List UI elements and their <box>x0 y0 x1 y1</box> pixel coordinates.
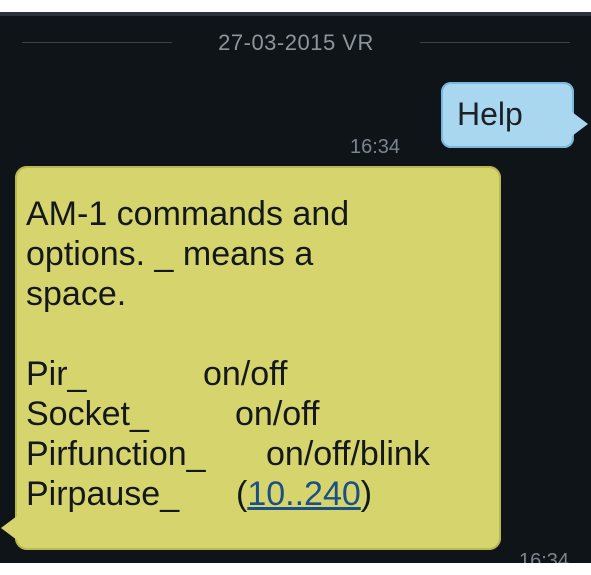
intro-line-2: options. _ means a <box>26 235 314 273</box>
command-name: Pir_ <box>26 355 87 393</box>
incoming-bubble-tail <box>1 516 17 540</box>
range-close-paren: ) <box>360 475 373 513</box>
command-options: on/off <box>235 395 320 433</box>
outgoing-message-time: 16:34 <box>350 136 401 158</box>
intro-line-1: AM-1 commands and <box>26 195 350 233</box>
command-row-pirpause: Pirpause_ (10..240) <box>26 474 496 514</box>
outgoing-bubble-tail <box>572 112 588 136</box>
outgoing-message-bubble[interactable]: Help <box>441 82 588 148</box>
date-label: 27-03-2015 VR <box>218 30 374 55</box>
command-options: (10..240) <box>236 474 372 514</box>
top-bar <box>0 12 591 16</box>
command-row-pirfunction: Pirfunction_ on/off/blink <box>26 434 496 474</box>
divider-line-right <box>420 42 570 43</box>
date-separator: 27-03-2015 VR <box>22 28 570 58</box>
range-link[interactable]: 10..240 <box>247 475 360 513</box>
incoming-message-bubble[interactable]: AM-1 commands and options. _ means a spa… <box>1 166 501 550</box>
outgoing-message-text: Help <box>457 96 523 132</box>
incoming-message-time: 16:34 <box>519 550 570 563</box>
command-options: on/off/blink <box>266 435 430 473</box>
intro-line-3: space. <box>26 275 127 313</box>
message-thread: 27-03-2015 VR Help 16:34 AM-1 commands a… <box>0 12 591 563</box>
command-row-pir: Pir_ on/off <box>26 354 496 394</box>
command-name: Socket_ <box>26 395 149 433</box>
command-name: Pirfunction_ <box>26 435 206 473</box>
range-open-paren: ( <box>236 475 248 513</box>
command-row-socket: Socket_ on/off <box>26 394 496 434</box>
command-options: on/off <box>203 355 288 393</box>
incoming-message-body: AM-1 commands and options. _ means a spa… <box>26 194 496 514</box>
command-name: Pirpause_ <box>26 475 180 513</box>
